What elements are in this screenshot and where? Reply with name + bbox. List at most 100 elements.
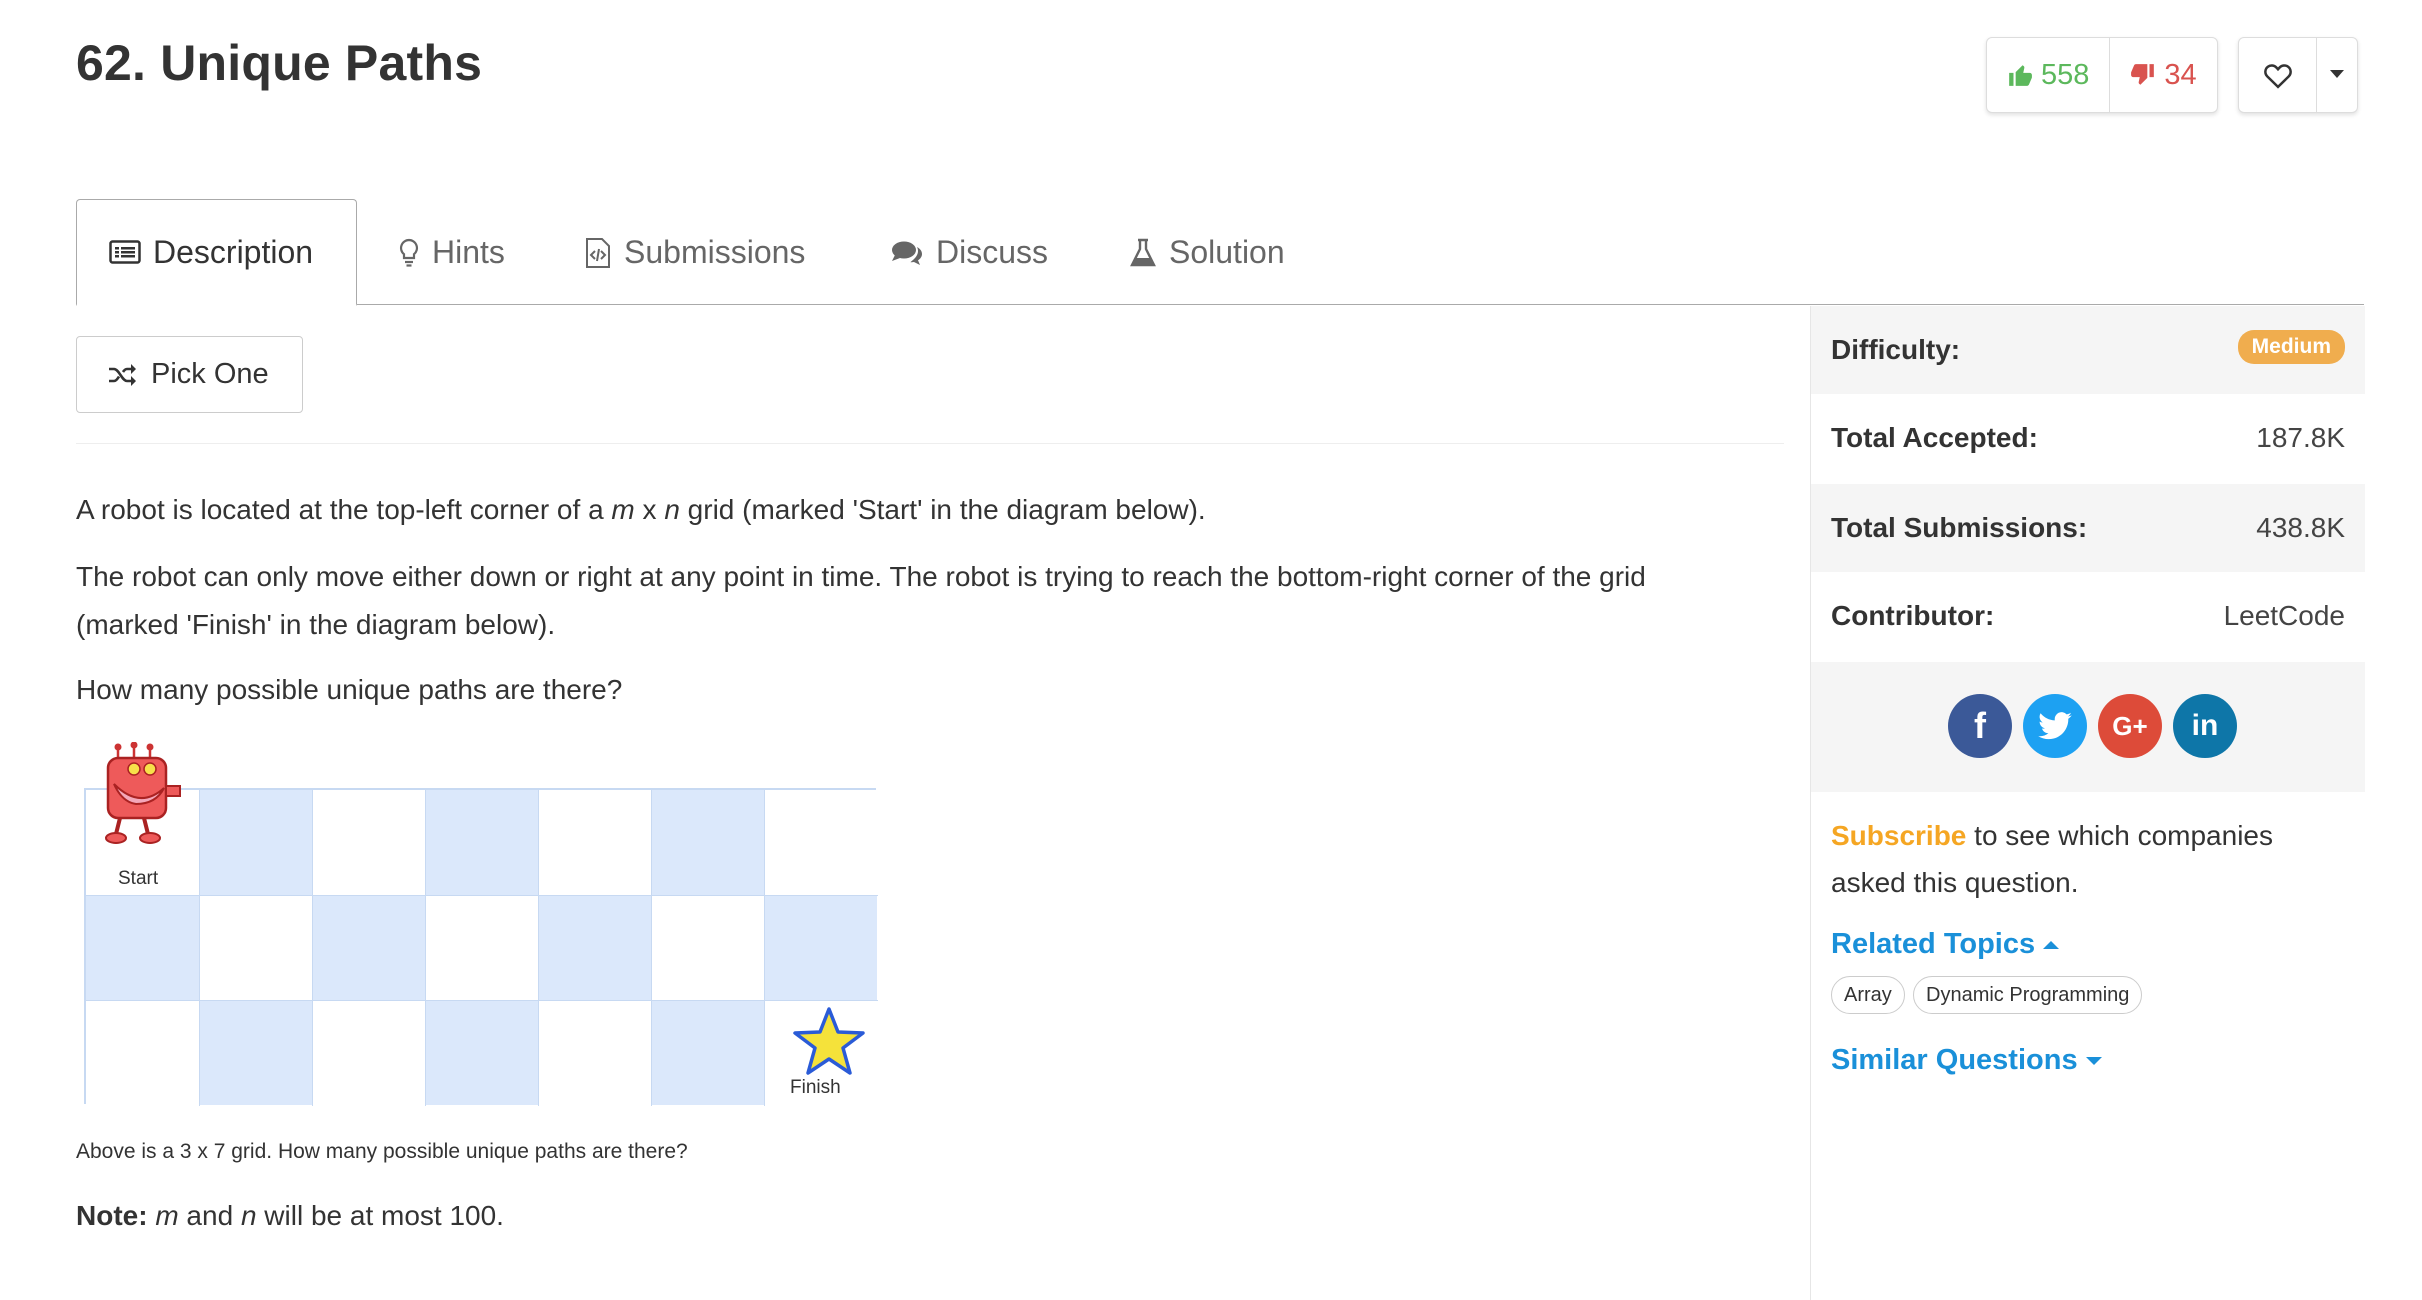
grid-cell [538,1000,651,1105]
text-span: grid (marked 'Start' in the diagram belo… [679,494,1206,525]
tab-discuss[interactable]: Discuss [890,199,1048,306]
var-m: m [611,494,635,525]
var-m: m [155,1200,179,1231]
flask-icon [1130,238,1156,266]
thumbs-down-icon [2131,64,2155,85]
caret-down-icon [2330,70,2344,78]
grid-cell [651,790,764,895]
tab-hints[interactable]: Hints [398,199,505,306]
grid-line [86,895,878,896]
favorite-group [2238,37,2358,113]
description-paragraph-1: A robot is located at the top-left corne… [76,486,1776,534]
linkedin-icon[interactable]: in [2173,694,2237,758]
list-icon [109,240,141,264]
grid-cell [425,790,538,895]
grid-diagram: Start Finish [84,742,878,1106]
text-span: will be at most 100. [256,1200,504,1231]
grid-cell [764,895,877,1000]
grid-cell [425,1000,538,1105]
similar-questions-label: Similar Questions [1831,1044,2078,1076]
subscribe-link[interactable]: Subscribe [1831,820,1966,851]
grid-line [199,790,200,1106]
grid-line [425,790,426,1106]
difficulty-badge: Medium [2237,330,2345,364]
grid-line [86,1000,878,1001]
grid-line [764,790,765,1106]
divider [76,443,1784,444]
grid-cell [199,790,312,895]
start-label: Start [118,868,159,889]
twitter-bird-icon [2038,712,2072,740]
grid-cell [538,895,651,1000]
robot-icon [105,742,181,844]
favorite-dropdown-toggle[interactable] [2317,38,2357,112]
grid-line [651,790,652,1106]
contributor-row: Contributor: LeetCode [1811,572,2365,660]
page-title: 62. Unique Paths [76,35,483,91]
grid-cell [651,1000,764,1105]
submissions-row: Total Submissions: 438.8K [1811,484,2365,572]
subscribe-text: Subscribe to see which companies asked t… [1831,812,2351,906]
downvote-count: 34 [2164,58,2197,91]
text-span: A robot is located at the top-left corne… [76,494,612,525]
similar-questions-toggle[interactable]: Similar Questions [1831,1044,2102,1077]
grid-line [538,790,539,1106]
grid-caption: Above is a 3 x 7 grid. How many possible… [76,1140,688,1163]
related-topics-label: Related Topics [1831,928,2036,960]
grid-cell [651,895,764,1000]
tab-label: Submissions [624,234,806,270]
pick-one-button[interactable]: Pick One [76,336,303,413]
sidebar: Difficulty: Medium Total Accepted: 187.8… [1810,306,2365,1300]
accepted-row: Total Accepted: 187.8K [1811,394,2365,482]
grid-cell [199,1000,312,1105]
tab-description[interactable]: Description [76,199,357,306]
text-span: and [178,1200,241,1231]
twitter-icon[interactable] [2023,694,2087,758]
favorite-button[interactable] [2239,38,2317,112]
heart-icon [2263,64,2292,89]
social-share-row: f G+ in [1811,662,2365,792]
topic-tag-dynamic-programming[interactable]: Dynamic Programming [1913,976,2143,1014]
thumbs-up-icon [2009,65,2032,86]
upvote-button[interactable]: 558 [1987,38,2111,112]
tab-label: Solution [1169,234,1285,270]
grid-cell [312,1000,425,1105]
submissions-label: Total Submissions: [1831,512,2088,543]
related-topics-toggle[interactable]: Related Topics [1831,928,2060,961]
grid-cell [764,790,877,895]
google-plus-icon[interactable]: G+ [2098,694,2162,758]
grid-line [312,790,313,1106]
grid-cell [199,895,312,1000]
lightbulb-icon [399,238,419,267]
vote-group: 558 34 [1986,37,2218,113]
star-icon [793,1007,865,1075]
grid-cell [86,895,199,1000]
tab-submissions[interactable]: Submissions [584,199,805,306]
shuffle-icon [109,363,136,386]
caret-down-icon [2085,1056,2102,1065]
caret-up-icon [2043,940,2060,949]
grid-cell [425,895,538,1000]
note-label: Note: [76,1200,148,1231]
grid-cell [538,790,651,895]
difficulty-row: Difficulty: Medium [1811,306,2365,394]
tab-label: Description [153,233,314,270]
difficulty-label: Difficulty: [1831,334,1961,365]
grid-cell [312,895,425,1000]
grid-cell [86,1000,199,1105]
contributor-value: LeetCode [2223,600,2345,631]
submissions-value: 438.8K [2256,512,2345,543]
downvote-button[interactable]: 34 [2110,38,2216,112]
pick-one-label: Pick One [151,358,269,390]
upvote-count: 558 [2041,58,2090,91]
topic-tag-array[interactable]: Array [1831,976,1905,1014]
tab-solution[interactable]: Solution [1129,199,1285,306]
facebook-icon[interactable]: f [1948,694,2012,758]
description-paragraph-3: How many possible unique paths are there… [76,674,623,705]
tab-label: Hints [432,234,505,270]
tab-label: Discuss [936,234,1049,270]
var-n: n [240,1200,257,1231]
var-n: n [664,494,680,525]
contributor-label: Contributor: [1831,600,1995,631]
note: Note: m and n will be at most 100. [76,1200,504,1232]
